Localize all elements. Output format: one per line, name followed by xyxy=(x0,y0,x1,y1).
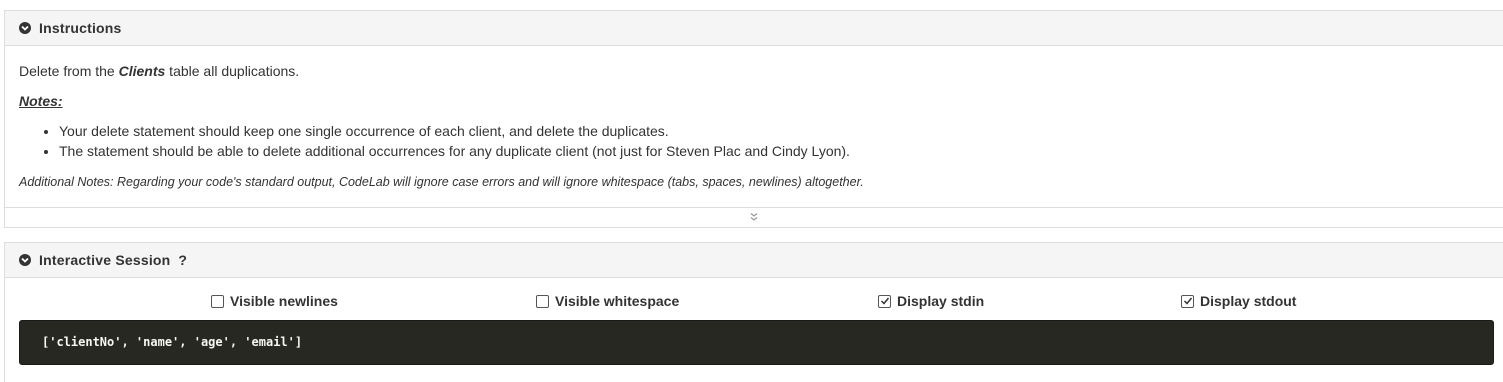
help-icon[interactable]: ? xyxy=(178,252,187,268)
session-title: Interactive Session xyxy=(39,252,171,268)
visible-newlines-option[interactable]: Visible newlines xyxy=(211,293,338,309)
notes-list: Your delete statement should keep one si… xyxy=(19,121,850,161)
notes-label: Notes: xyxy=(19,93,63,109)
visible-whitespace-checkbox[interactable] xyxy=(536,294,549,308)
console-output-text: ['clientNo', 'name', 'age', 'email'] xyxy=(42,335,303,349)
expand-bar[interactable] xyxy=(5,207,1503,228)
chevron-circle-down-icon[interactable] xyxy=(19,22,31,34)
option-label: Visible newlines xyxy=(230,293,338,309)
instructions-intro: Delete from the Clients table all duplic… xyxy=(19,63,299,79)
intro-text-after: table all duplications. xyxy=(165,63,300,79)
option-label: Display stdout xyxy=(1200,293,1297,309)
checkmark-icon xyxy=(1183,297,1192,305)
intro-text-before: Delete from the xyxy=(19,63,119,79)
note-item: The statement should be able to delete a… xyxy=(59,141,850,161)
table-name: Clients xyxy=(118,63,166,79)
chevron-circle-down-icon[interactable] xyxy=(19,254,31,266)
console-output[interactable]: ['clientNo', 'name', 'age', 'email'] xyxy=(19,320,1494,365)
visible-whitespace-option[interactable]: Visible whitespace xyxy=(536,293,679,309)
display-stdout-checkbox[interactable] xyxy=(1181,294,1194,308)
option-label: Display stdin xyxy=(897,293,985,309)
note-item: Your delete statement should keep one si… xyxy=(59,121,850,141)
interactive-session-panel: Interactive Session ? Visible newlines V… xyxy=(4,242,1503,382)
instructions-header[interactable]: Instructions xyxy=(5,11,1503,46)
instructions-title: Instructions xyxy=(39,20,122,36)
checkmark-icon xyxy=(880,297,889,305)
session-header[interactable]: Interactive Session ? xyxy=(5,243,1503,278)
display-stdin-option[interactable]: Display stdin xyxy=(878,293,984,309)
double-chevron-down-icon[interactable] xyxy=(749,209,759,227)
visible-newlines-checkbox[interactable] xyxy=(211,294,224,308)
additional-notes: Additional Notes: Regarding your code's … xyxy=(19,175,864,189)
option-label: Visible whitespace xyxy=(555,293,680,309)
display-stdin-checkbox[interactable] xyxy=(878,294,891,308)
display-stdout-option[interactable]: Display stdout xyxy=(1181,293,1296,309)
instructions-panel: Instructions Delete from the Clients tab… xyxy=(4,10,1503,228)
display-options: Visible newlines Visible whitespace Disp… xyxy=(5,293,1503,313)
